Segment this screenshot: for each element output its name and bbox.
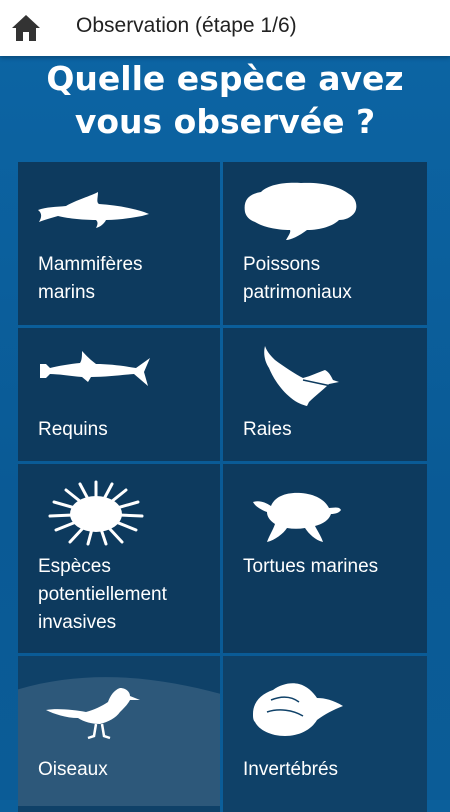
hammerhead-shark-icon	[40, 351, 150, 386]
category-rays[interactable]: Raies	[223, 328, 427, 461]
home-icon	[12, 15, 40, 41]
category-label: Oiseaux	[38, 759, 108, 780]
seabird-icon	[46, 688, 140, 740]
category-sea-turtles[interactable]: Tortues marines	[223, 464, 427, 653]
grouper-fish-icon	[244, 182, 357, 240]
home-button[interactable]	[6, 8, 46, 48]
category-label: Espèces potentiellement invasives	[38, 556, 167, 633]
question-heading: Quelle espèce avez vous observée ?	[0, 57, 450, 143]
category-label: Tortues marines	[243, 556, 379, 577]
category-label: Requins	[38, 419, 108, 440]
category-label: Poissons patrimoniaux	[243, 254, 352, 303]
category-heritage-fish[interactable]: Poissons patrimoniaux	[223, 162, 427, 325]
category-marine-mammals[interactable]: Mammifères marins	[18, 162, 220, 325]
sea-urchin-icon	[48, 480, 144, 546]
app-header: Observation (étape 1/6)	[0, 0, 450, 56]
manta-ray-icon	[264, 346, 339, 406]
sea-turtle-icon	[253, 492, 341, 542]
question-line-1: Quelle espèce avez	[46, 59, 404, 98]
species-grid: Mammifères marins Poissons patrimoniaux …	[18, 162, 427, 812]
category-sharks[interactable]: Requins	[18, 328, 220, 461]
category-invasive-species[interactable]: Espèces potentiellement invasives	[18, 464, 220, 653]
category-birds[interactable]: Oiseaux	[18, 656, 220, 812]
dolphin-icon	[38, 192, 149, 228]
category-invertebrates[interactable]: Invertébrés	[223, 656, 427, 812]
page-title: Observation (étape 1/6)	[76, 14, 297, 37]
category-label: Raies	[243, 419, 292, 440]
question-line-2: vous observée ?	[74, 102, 376, 141]
category-label: Mammifères marins	[38, 254, 143, 303]
seashell-icon	[253, 683, 343, 736]
category-label: Invertébrés	[243, 759, 339, 780]
